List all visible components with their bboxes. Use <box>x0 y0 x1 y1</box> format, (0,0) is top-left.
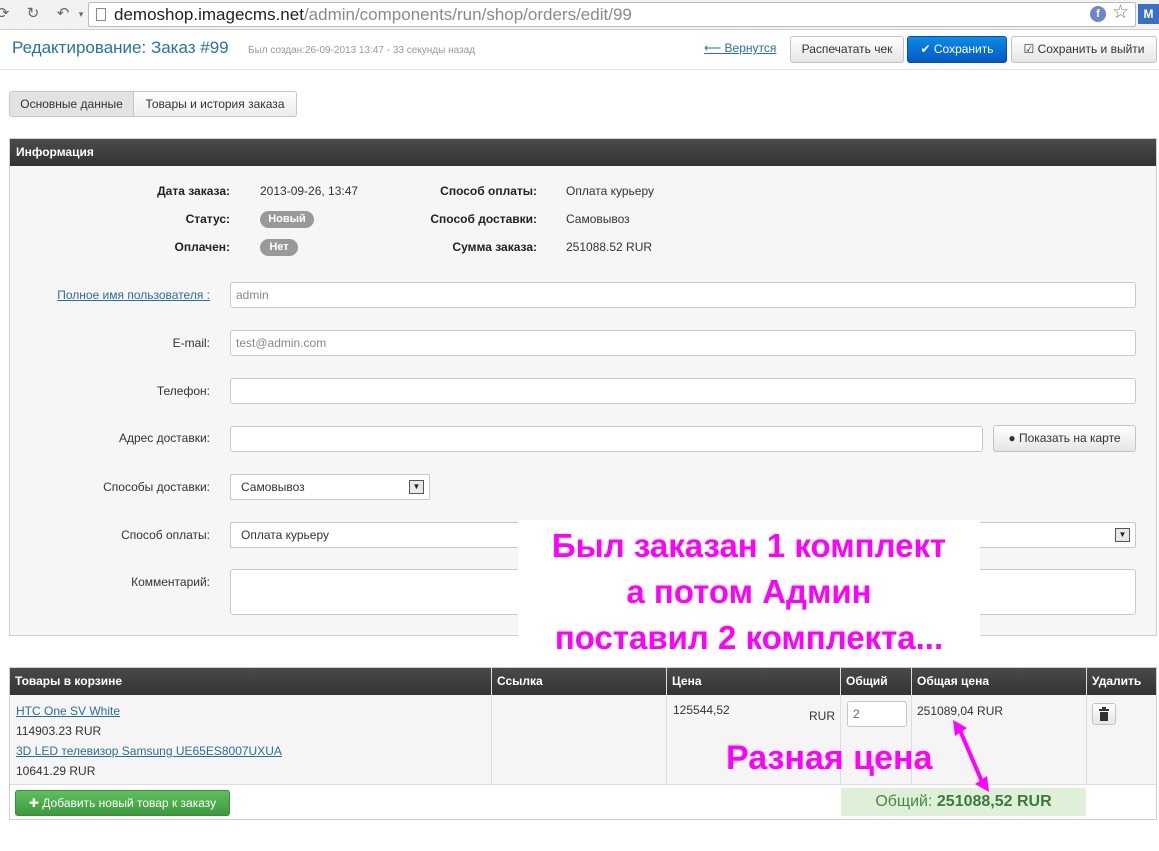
fullname-link[interactable]: Полное имя пользователя <box>57 288 203 302</box>
cart-item-link[interactable]: HTC One SV White <box>16 704 120 718</box>
col-header-qty: Общий <box>846 674 888 688</box>
paid-label: Оплачен: <box>174 240 230 254</box>
phone-label: Телефон: <box>156 384 210 398</box>
column-divider <box>1086 668 1087 785</box>
delivery-select-value: Самовывоз <box>241 480 305 494</box>
browser-toolbar: ⟳ ↻ ↶ ▾ demoshop.imagecms.net/admin/comp… <box>0 0 1159 30</box>
created-subtitle: Был создан:26-09-2013 13:47 - 33 секунды… <box>248 45 476 56</box>
cart-item-price: 114903.23 RUR <box>16 724 102 738</box>
reload-icon[interactable]: ↻ <box>24 5 42 23</box>
delivery-method-label: Способ доставки: <box>430 212 537 226</box>
col-header-total-price: Общая цена <box>917 674 989 688</box>
annotation-arrow-icon <box>953 720 989 792</box>
order-sum-value: 251088.52 RUR <box>566 240 653 254</box>
delivery-select[interactable]: Самовывоз ▼ <box>230 474 430 500</box>
back-arrow-icon: ⟵ <box>704 41 722 55</box>
delivery-select-label: Способы доставки: <box>103 480 210 494</box>
row-price-value: 125544,52 <box>673 703 730 717</box>
fullname-label: Полное имя пользователя : <box>57 288 210 302</box>
back-link[interactable]: ⟵ Вернутся <box>704 41 776 55</box>
star-icon[interactable]: ☆ <box>1112 2 1129 24</box>
fullname-input[interactable]: admin <box>230 282 1136 308</box>
address-bar[interactable]: demoshop.imagecms.net/admin/components/r… <box>88 2 1136 27</box>
phone-input[interactable] <box>230 378 1136 404</box>
email-label: E-mail: <box>172 336 210 350</box>
page-icon <box>96 8 106 21</box>
save-and-exit-button[interactable]: ☑ Сохранить и выйти <box>1011 36 1157 63</box>
header-divider <box>0 69 1159 70</box>
save-label: Сохранить <box>933 42 994 56</box>
mail-icon[interactable]: M <box>1138 4 1159 24</box>
checkbox-icon: ☑ <box>1023 42 1035 56</box>
email-input[interactable]: test@admin.com <box>230 330 1136 356</box>
column-divider <box>491 668 492 785</box>
show-on-map-button[interactable]: ● Показать на карте <box>993 425 1136 452</box>
order-total-label: Общий: <box>875 793 933 810</box>
forward-icon[interactable]: ⟳ <box>0 5 12 23</box>
quantity-input[interactable]: 2 <box>847 701 907 727</box>
cart-item-link[interactable]: 3D LED телевизор Samsung UE65ES8007UXUA <box>16 744 282 758</box>
url-path: /admin/components/run/shop/orders/edit/9… <box>303 5 632 24</box>
fullname-colon: : <box>203 288 210 302</box>
url-text: demoshop.imagecms.net/admin/components/r… <box>114 4 632 26</box>
delivery-method-value: Самовывоз <box>566 212 630 226</box>
page-title: Редактирование: Заказ #99 <box>12 38 229 57</box>
undo-icon[interactable]: ↶ <box>54 5 72 23</box>
save-button[interactable]: ✔ Сохранить <box>907 36 1007 63</box>
check-icon: ✔ <box>920 42 931 56</box>
address-input[interactable] <box>230 426 983 452</box>
column-divider <box>666 668 667 785</box>
show-on-map-label: Показать на карте <box>1018 431 1121 445</box>
col-header-goods: Товары в корзине <box>15 674 123 688</box>
chevron-down-icon: ▼ <box>1115 528 1130 542</box>
row-price-currency: RUR <box>809 709 835 723</box>
cart-item-price: 10641.29 RUR <box>16 764 96 778</box>
status-badge: Новый <box>260 211 314 228</box>
address-label: Адрес доставки: <box>118 431 210 445</box>
col-header-price: Цена <box>672 674 702 688</box>
tab-goods-history[interactable]: Товары и история заказа <box>133 91 297 117</box>
paid-badge: Нет <box>260 239 298 256</box>
cart-table-header: Товары в корзине Ссылка Цена Общий Общая… <box>10 668 1156 695</box>
payment-select-label: Способ оплаты: <box>121 528 210 542</box>
delete-item-button[interactable] <box>1092 703 1116 725</box>
payment-method-value: Оплата курьеру <box>566 184 655 198</box>
status-label: Статус: <box>185 212 230 226</box>
add-product-label: Добавить новый товар к заказу <box>42 796 217 810</box>
add-product-button[interactable]: ✚ Добавить новый товар к заказу <box>15 790 230 816</box>
order-sum-label: Сумма заказа: <box>452 240 537 254</box>
comment-label: Комментарий: <box>131 575 210 589</box>
payment-method-label: Способ оплаты: <box>440 184 537 198</box>
payment-select-value: Оплата курьеру <box>241 528 330 542</box>
info-panel-title: Информация <box>10 139 1156 166</box>
col-header-link: Ссылка <box>497 674 543 688</box>
annotation-line-3: поставил 2 комплекта... <box>554 619 944 656</box>
chevron-down-icon: ▼ <box>409 480 424 494</box>
print-receipt-button[interactable]: Распечатать чек <box>790 36 904 63</box>
price-difference-annotation: Разная цена <box>726 739 933 777</box>
tab-main-data[interactable]: Основные данные <box>9 91 134 117</box>
col-header-delete: Удалить <box>1092 674 1142 688</box>
trash-icon <box>1099 707 1109 721</box>
save-exit-label: Сохранить и выйти <box>1037 42 1145 56</box>
url-host: demoshop.imagecms.net <box>114 5 304 24</box>
order-date-label: Дата заказа: <box>157 184 230 198</box>
plus-icon: ✚ <box>28 796 39 810</box>
annotation-box: Был заказан 1 комплект а потом Админ пос… <box>518 520 980 660</box>
back-label: Вернутся <box>724 41 777 55</box>
annotation-line-1: Был заказан 1 комплект <box>551 527 947 564</box>
facebook-icon[interactable]: f <box>1090 6 1106 22</box>
annotation-line-2: а потом Админ <box>626 573 872 610</box>
order-date-value: 2013-09-26, 13:47 <box>260 184 359 198</box>
globe-icon: ● <box>1008 431 1016 445</box>
